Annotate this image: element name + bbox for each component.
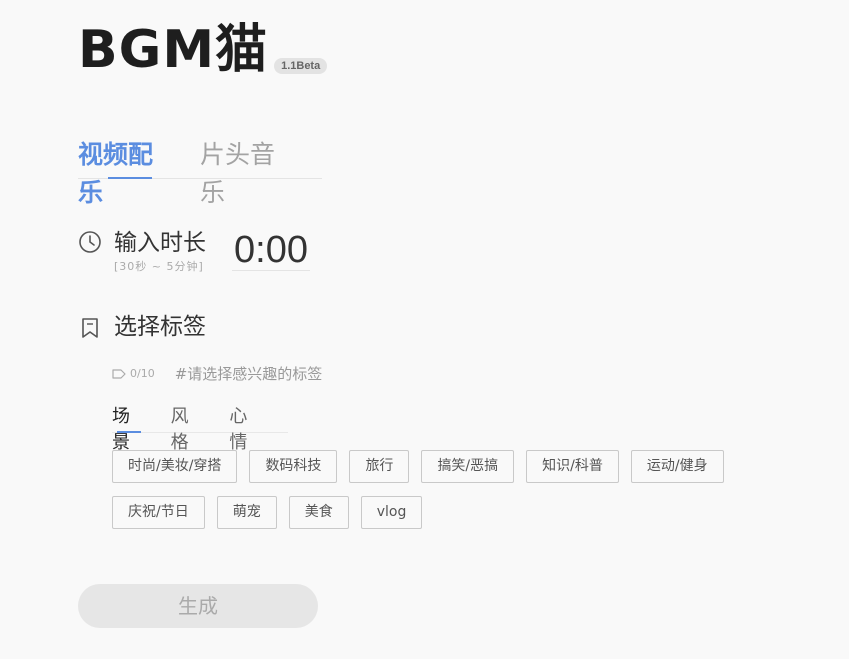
tag-category-tabs: 场景 风格 心情 <box>112 404 288 453</box>
tag-count: 0/10 <box>130 367 155 380</box>
clock-icon <box>79 231 101 253</box>
chip-row: 时尚/美妆/穿搭 数码科技 旅行 搞笑/恶搞 知识/科普 运动/健身 <box>112 450 772 483</box>
tag-hint: #请选择感兴趣的标签 <box>174 365 323 383</box>
tags-title: 选择标签 <box>114 314 206 340</box>
tag-chip[interactable]: 时尚/美妆/穿搭 <box>112 450 238 483</box>
tag-chips: 时尚/美妆/穿搭 数码科技 旅行 搞笑/恶搞 知识/科普 运动/健身 庆祝/节日… <box>112 450 772 542</box>
app-page: BGM猫 1.1Beta 视频配乐 片头音乐 输入时长 [30秒 ~ 5分钟] … <box>0 0 849 659</box>
tags-section-header: 选择标签 <box>78 312 206 342</box>
logo-text: BGM猫 <box>78 20 269 80</box>
chip-row: 庆祝/节日 萌宠 美食 vlog <box>112 496 772 529</box>
sub-tab-indicator <box>117 431 141 433</box>
tab-intro-music[interactable]: 片头音乐 <box>200 136 292 207</box>
tag-chip[interactable]: vlog <box>360 496 423 529</box>
tag-chip[interactable]: 庆祝/节日 <box>112 496 205 529</box>
tab-scene[interactable]: 场景 <box>112 404 139 453</box>
main-tabs: 视频配乐 片头音乐 <box>78 136 322 207</box>
tag-icon <box>112 368 126 379</box>
duration-input[interactable]: 0:00 <box>232 230 310 271</box>
tag-chip[interactable]: 运动/健身 <box>630 450 724 483</box>
tag-chip[interactable]: 数码科技 <box>249 450 338 483</box>
generate-button[interactable]: 生成 <box>78 584 318 628</box>
tag-chip[interactable]: 萌宠 <box>216 496 277 529</box>
tag-chip[interactable]: 知识/科普 <box>526 450 619 483</box>
main-tab-indicator <box>108 177 152 179</box>
app-logo: BGM猫 1.1Beta <box>78 20 328 80</box>
tab-video-bgm[interactable]: 视频配乐 <box>78 136 170 207</box>
duration-section: 输入时长 [30秒 ~ 5分钟] 0:00 <box>78 228 310 274</box>
tag-status: 0/10 #请选择感兴趣的标签 <box>112 363 322 384</box>
duration-label-group: 输入时长 [30秒 ~ 5分钟] <box>114 228 206 274</box>
tab-mood[interactable]: 心情 <box>229 404 256 453</box>
version-badge: 1.1Beta <box>274 58 328 74</box>
bookmark-icon <box>82 318 98 338</box>
tag-chip[interactable]: 搞笑/恶搞 <box>421 450 515 483</box>
tab-style[interactable]: 风格 <box>171 404 198 453</box>
tag-chip[interactable]: 旅行 <box>349 450 410 483</box>
duration-label: 输入时长 <box>114 230 206 256</box>
tag-chip[interactable]: 美食 <box>288 496 349 529</box>
duration-hint: [30秒 ~ 5分钟] <box>114 260 204 273</box>
